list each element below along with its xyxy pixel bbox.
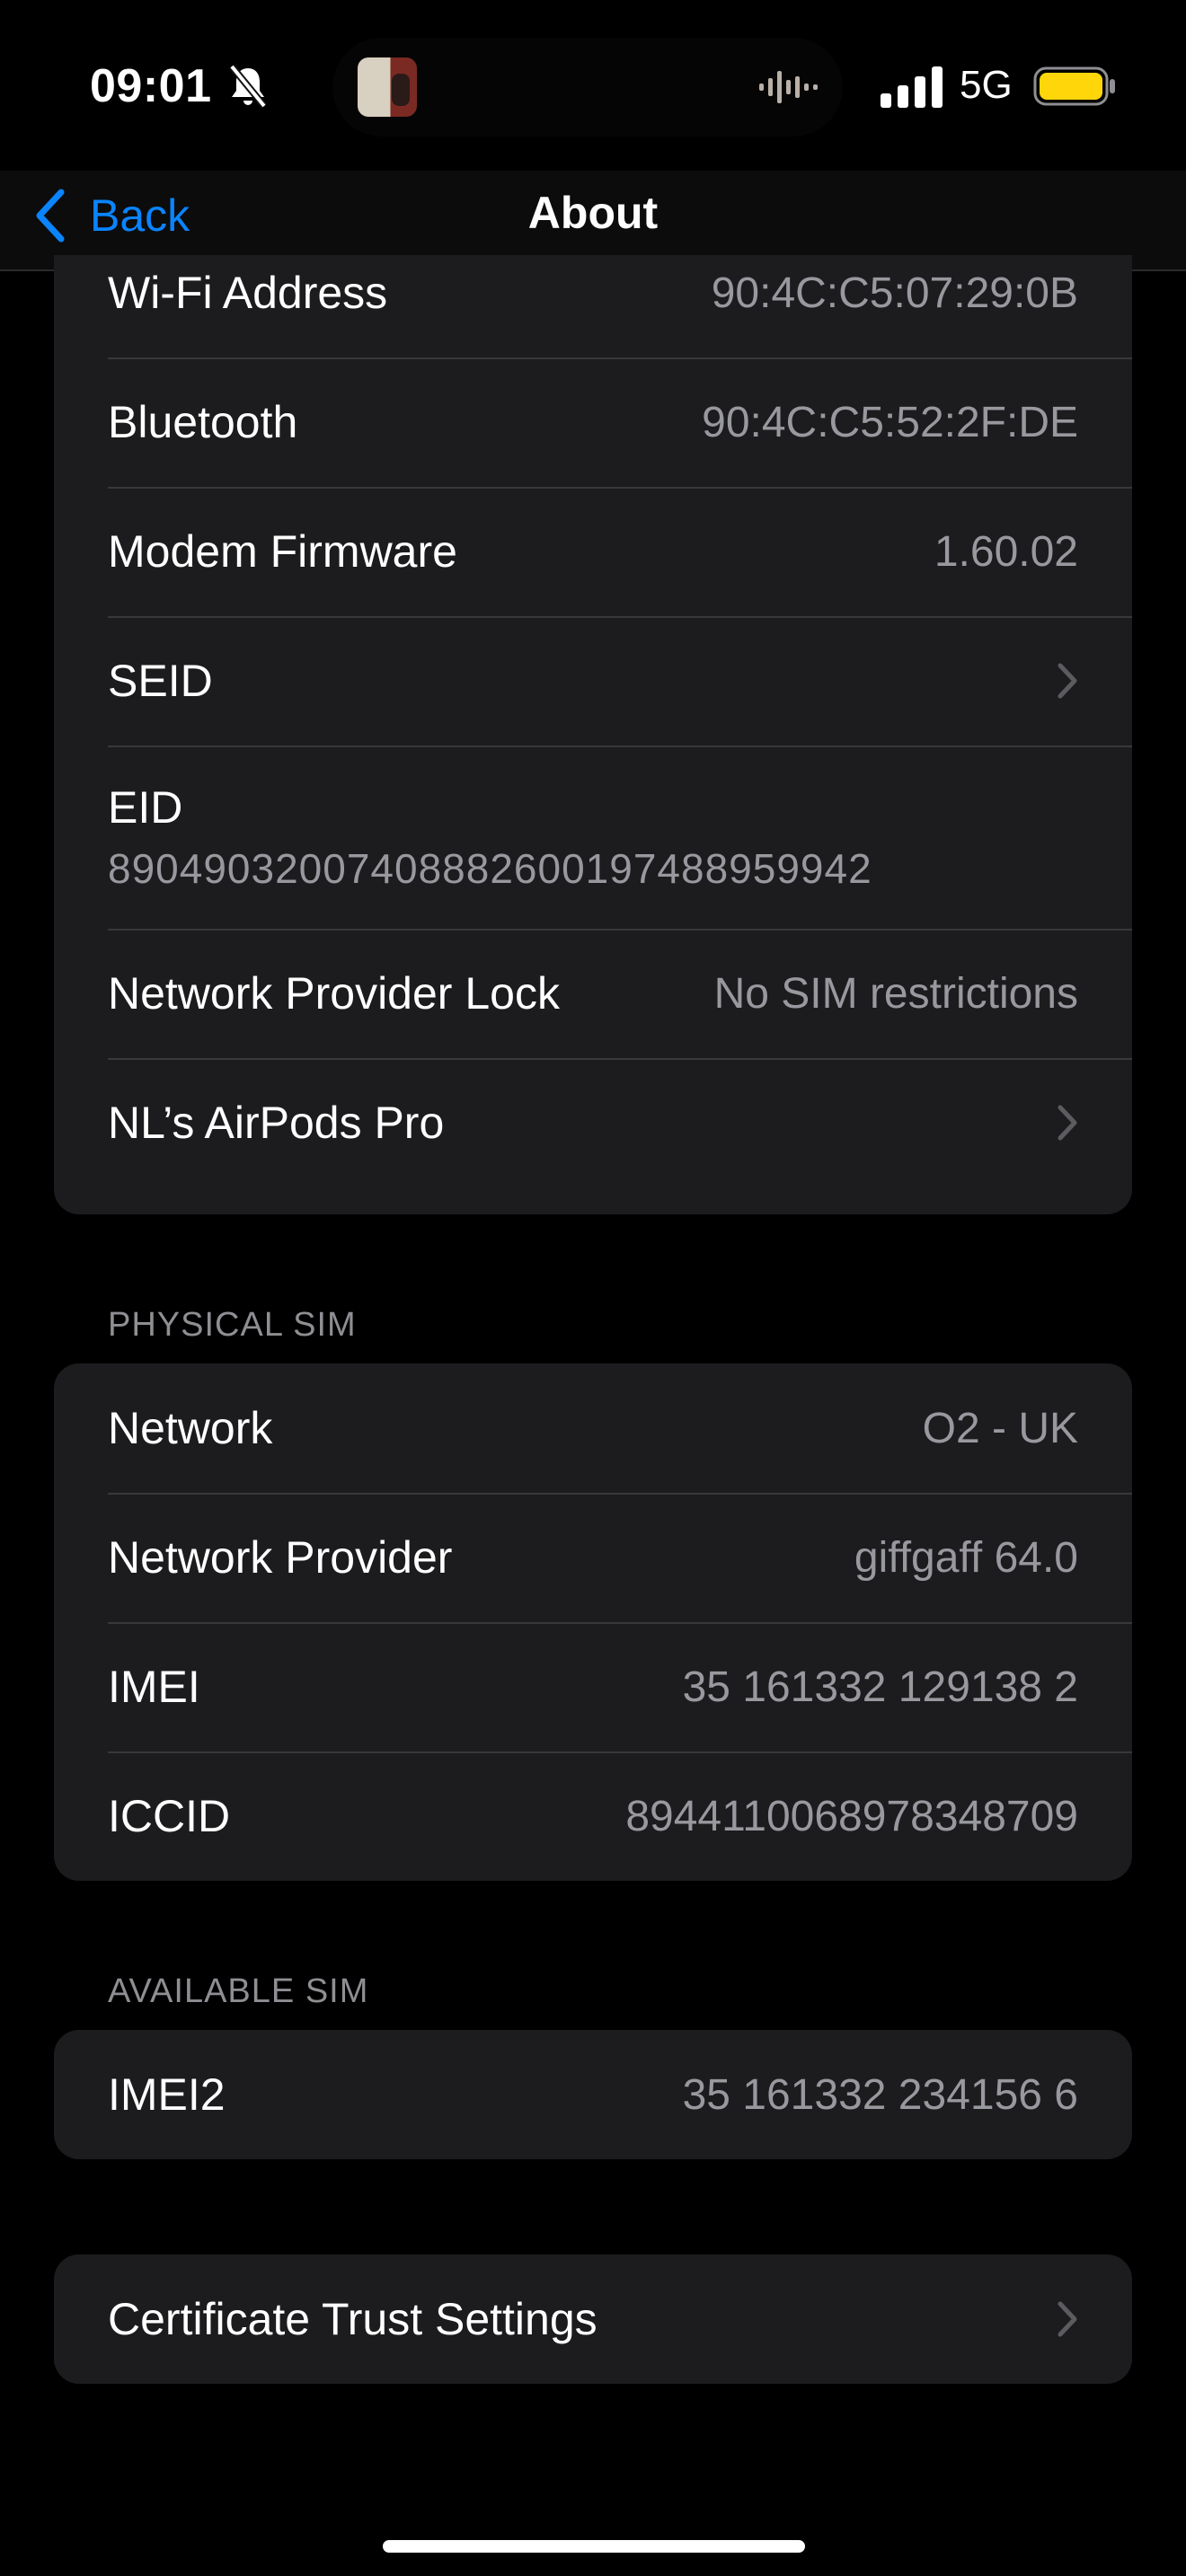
imei2-row: IMEI2 35 161332 234156 6	[54, 2030, 1132, 2159]
home-indicator[interactable]	[383, 2540, 805, 2553]
row-label: NL’s AirPods Pro	[108, 1098, 445, 1148]
cellular-signal-icon	[881, 66, 943, 108]
row-label: Wi-Fi Address	[108, 268, 388, 318]
available-sim-header: AVAILABLE SIM	[108, 1972, 369, 2010]
row-label: Certificate Trust Settings	[108, 2294, 597, 2344]
network-row: Network O2 - UK	[54, 1363, 1132, 1493]
status-bar: 09:01 5G	[0, 0, 1186, 180]
wifi-address-row: Wi-Fi Address 90:4C:C5:07:29:0B	[54, 255, 1132, 357]
row-label: IMEI	[108, 1662, 200, 1712]
page-title: About	[527, 188, 659, 238]
physical-sim-group: Network O2 - UK Network Provider giffgaf…	[54, 1363, 1132, 1881]
network-provider-row: Network Provider giffgaff 64.0	[54, 1493, 1132, 1622]
row-label: SEID	[108, 656, 213, 706]
network-type: 5G	[960, 63, 1013, 107]
row-value: 1.60.02	[934, 527, 1078, 576]
seid-row[interactable]: SEID	[54, 616, 1132, 745]
about-info-group: Wi-Fi Address 90:4C:C5:07:29:0B Bluetoot…	[54, 255, 1132, 1214]
bluetooth-row: Bluetooth 90:4C:C5:52:2F:DE	[54, 357, 1132, 487]
row-label: EID	[108, 782, 183, 833]
row-label: ICCID	[108, 1791, 231, 1841]
now-playing-artwork	[358, 57, 417, 117]
row-label: Bluetooth	[108, 397, 298, 447]
row-label: Network Provider	[108, 1532, 453, 1583]
airpods-row[interactable]: NL’s AirPods Pro	[54, 1058, 1132, 1187]
battery-icon	[1033, 66, 1115, 106]
certificate-trust-settings-row[interactable]: Certificate Trust Settings	[54, 2254, 1132, 2384]
row-label: Modem Firmware	[108, 526, 457, 577]
chevron-right-icon	[1058, 2301, 1077, 2337]
bell-slash-icon	[228, 64, 268, 109]
status-time: 09:01	[90, 60, 212, 112]
row-value: 90:4C:C5:52:2F:DE	[702, 398, 1078, 446]
imei-row: IMEI 35 161332 129138 2	[54, 1622, 1132, 1751]
row-label: Network Provider Lock	[108, 968, 560, 1019]
row-value: No SIM restrictions	[713, 969, 1078, 1018]
row-value: 35 161332 234156 6	[682, 2070, 1078, 2119]
certificate-group: Certificate Trust Settings	[54, 2254, 1132, 2384]
row-value: 35 161332 129138 2	[682, 1663, 1078, 1711]
row-value: 8944110068978348709	[625, 1792, 1078, 1840]
row-label: IMEI2	[108, 2069, 226, 2120]
iccid-row: ICCID 8944110068978348709	[54, 1751, 1132, 1881]
audio-waveform-icon	[759, 71, 818, 103]
row-value: O2 - UK	[922, 1404, 1078, 1452]
row-value: giffgaff 64.0	[854, 1533, 1078, 1582]
row-value: 90:4C:C5:07:29:0B	[711, 269, 1078, 317]
modem-firmware-row: Modem Firmware 1.60.02	[54, 487, 1132, 616]
chevron-right-icon	[1058, 1105, 1077, 1141]
physical-sim-header: PHYSICAL SIM	[108, 1306, 357, 1344]
row-label: Network	[108, 1403, 273, 1453]
chevron-right-icon	[1058, 663, 1077, 699]
dynamic-island[interactable]	[332, 38, 843, 137]
network-provider-lock-row: Network Provider Lock No SIM restriction…	[54, 929, 1132, 1058]
available-sim-group: IMEI2 35 161332 234156 6	[54, 2030, 1132, 2159]
eid-row: EID 89049032007408882600197488959942	[54, 745, 1132, 929]
row-value: 89049032007408882600197488959942	[108, 845, 872, 892]
